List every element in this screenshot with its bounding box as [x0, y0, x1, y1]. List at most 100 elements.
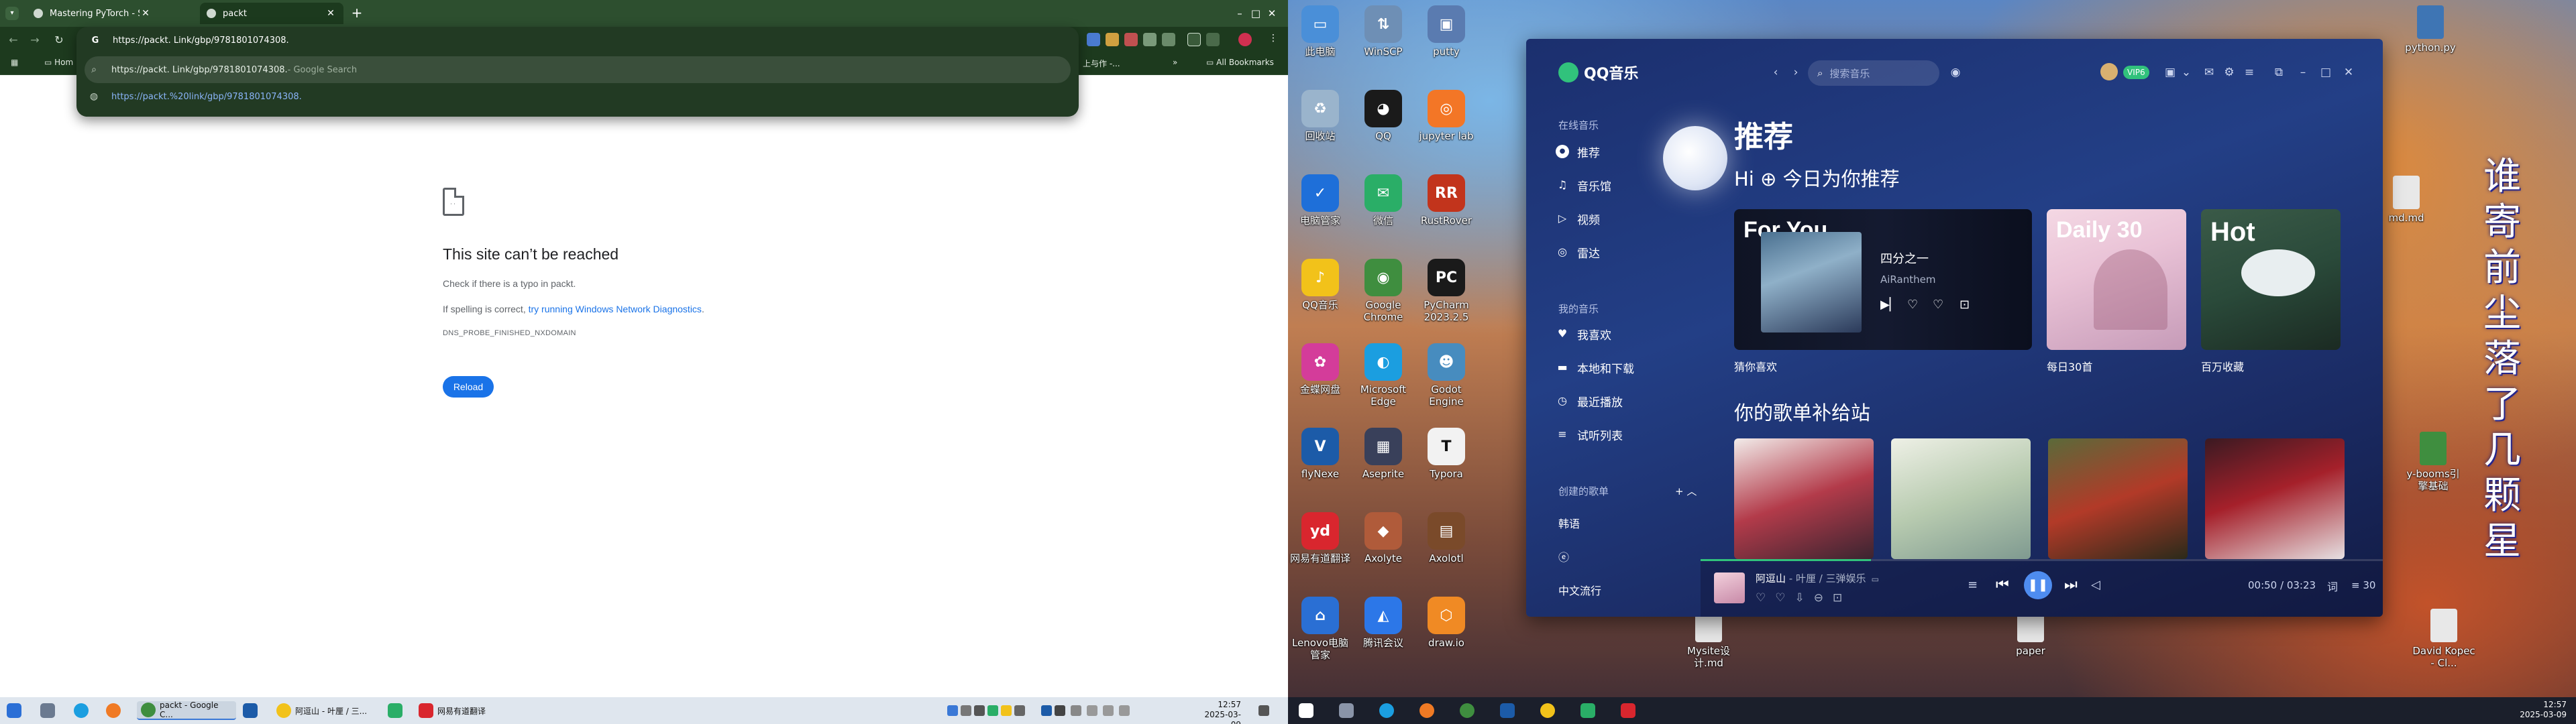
desktop-icon[interactable]: ✿ 金蝶网盘 — [1289, 343, 1352, 396]
tray-icon[interactable] — [974, 705, 985, 716]
chrome-taskbar-button[interactable] — [1460, 701, 1479, 720]
desktop-icon[interactable]: ◐ Microsoft Edge — [1352, 343, 1415, 408]
extension-icon[interactable] — [1143, 33, 1157, 46]
vscode-taskbar-button[interactable] — [243, 701, 262, 720]
playlist-cover[interactable] — [1891, 438, 2031, 559]
hot-card[interactable]: Hot — [2201, 209, 2341, 350]
settings-icon[interactable]: ⚙ — [2221, 66, 2237, 79]
menu-icon[interactable]: ≡ — [2241, 66, 2257, 79]
chrome-taskbar-button[interactable]: packt - Google C... — [137, 701, 236, 720]
playlist-item[interactable]: ⓔ — [1558, 546, 1569, 567]
chevron-down-icon[interactable]: ⌄ — [2178, 66, 2194, 79]
extension-icon[interactable] — [1106, 33, 1119, 46]
desktop-icon[interactable]: ✉ 微信 — [1352, 174, 1415, 227]
tab-search-button[interactable]: ▾ — [5, 7, 19, 20]
desktop-icon[interactable]: ◆ Axolyte — [1352, 512, 1415, 564]
badge-icon[interactable]: ▣ — [2162, 66, 2178, 79]
tray-icon[interactable] — [1001, 705, 1012, 716]
tray-icon[interactable] — [1055, 705, 1065, 716]
desktop-icon[interactable]: PC PyCharm 2023.2.5 — [1415, 259, 1478, 323]
firefox-taskbar-button[interactable] — [1419, 701, 1438, 720]
mini-mode-icon[interactable]: ⧉ — [2271, 66, 2287, 79]
suggestion-url[interactable]: ◍ https://packt.%20link/gbp/978180107430… — [85, 83, 1071, 110]
nav-local-downloads[interactable]: ▬ 本地和下载 — [1556, 357, 1634, 378]
all-bookmarks-button[interactable]: ▭ All Bookmarks — [1206, 58, 1274, 67]
lyrics-icon[interactable]: 词 — [2327, 578, 2338, 594]
address-text[interactable]: https://packt. Link/gbp/9781801074308. — [113, 36, 289, 46]
youdao-taskbar-button[interactable] — [1621, 701, 1640, 720]
desktop-icon[interactable]: ▦ Aseprite — [1352, 428, 1415, 480]
tray-icon[interactable] — [1071, 705, 1081, 716]
menu-kebab-icon[interactable]: ⋮ — [1267, 33, 1280, 46]
extensions-puzzle-icon[interactable] — [1187, 33, 1201, 46]
desktop-icon[interactable]: ♻ 回收站 — [1289, 90, 1352, 142]
desktop-file-icon[interactable]: md.md — [2375, 176, 2438, 224]
volume-icon[interactable]: ◁ — [2091, 578, 2100, 592]
desktop-file-icon[interactable]: Mysite设计.md — [1677, 609, 1740, 669]
start-button[interactable] — [1299, 701, 1318, 720]
desktop-file-icon[interactable]: y-booms引擎基础 — [2402, 432, 2465, 492]
add-playlist-icon[interactable]: + ︿ — [1675, 484, 1697, 498]
nav-recent[interactable]: ◷ 最近播放 — [1556, 390, 1623, 412]
forward-arrow-icon[interactable]: › — [1788, 66, 1804, 79]
playlist-item[interactable]: 韩语 — [1558, 512, 1580, 534]
downloads-icon[interactable] — [1206, 33, 1220, 46]
heart-icon[interactable]: ♡ — [1907, 298, 1918, 312]
queue-button[interactable]: ≡ 30 — [2351, 579, 2375, 591]
wechat-taskbar-button[interactable] — [388, 701, 407, 720]
wechat-taskbar-button[interactable] — [1580, 701, 1599, 720]
close-tab-icon[interactable]: ✕ — [140, 8, 152, 19]
maximize-icon[interactable]: □ — [2318, 66, 2334, 79]
browser-tab-packt[interactable]: packt ✕ — [200, 3, 343, 24]
next-icon[interactable]: ⏭ — [2064, 577, 2078, 593]
firefox-taskbar-button[interactable] — [106, 701, 125, 720]
desktop-icon[interactable]: ⬡ draw.io — [1415, 597, 1478, 649]
avatar[interactable] — [2100, 63, 2118, 80]
card-label[interactable]: 百万收藏 — [2201, 358, 2244, 374]
desktop-icon[interactable]: ▤ Axolotl — [1415, 512, 1478, 564]
desktop-icon[interactable]: ◉ Google Chrome — [1352, 259, 1415, 323]
desktop-icon[interactable]: ▣ putty — [1415, 5, 1478, 58]
bookmark-folder-home[interactable]: ▭ Hom — [44, 58, 73, 67]
play-icon[interactable]: ▶▏ — [1880, 298, 1899, 312]
desktop-file-icon[interactable]: David Kopec - Cl... — [2412, 609, 2475, 669]
task-view-button[interactable] — [40, 701, 59, 720]
apps-grid-icon[interactable]: ▦ — [11, 58, 18, 67]
progress-fill[interactable] — [1701, 559, 1872, 561]
forward-arrow-icon[interactable]: → — [27, 32, 43, 48]
tray-icon[interactable] — [1041, 705, 1052, 716]
start-button[interactable] — [7, 701, 25, 720]
battery-icon[interactable] — [1119, 705, 1130, 716]
tray-icon[interactable] — [961, 705, 971, 716]
search-input[interactable]: ⌕ 搜索音乐 — [1808, 60, 1939, 86]
nav-trial-list[interactable]: ≡ 试听列表 — [1556, 424, 1623, 445]
nav-video[interactable]: ▷ 视频 — [1556, 208, 1600, 229]
desktop-icon[interactable]: ⇅ WinSCP — [1352, 5, 1415, 58]
playlist-cover[interactable] — [2205, 438, 2345, 559]
daily-30-card[interactable]: Daily 30 — [2047, 209, 2186, 350]
edge-taskbar-button[interactable] — [1379, 701, 1398, 720]
voice-search-icon[interactable]: ◉ — [1947, 66, 1964, 79]
dislike-icon[interactable]: ♡ — [1933, 298, 1943, 312]
playlist-cover[interactable] — [2048, 438, 2188, 559]
close-window-button[interactable]: ✕ — [1258, 5, 1285, 21]
vip-badge[interactable]: VIP6 — [2123, 66, 2149, 79]
playlist-cover[interactable] — [1734, 438, 1874, 559]
card-label[interactable]: 猜你喜欢 — [1734, 358, 1777, 374]
card-label[interactable]: 每日30首 — [2047, 358, 2092, 374]
playlist-item[interactable]: 中文流行 — [1558, 579, 1601, 601]
nav-music-hall[interactable]: ♫ 音乐馆 — [1556, 174, 1611, 196]
address-bar[interactable]: G https://packt. Link/gbp/9781801074308. — [76, 27, 1079, 54]
nav-favorites[interactable]: ♥ 我喜欢 — [1556, 323, 1611, 345]
extension-icon[interactable] — [1087, 33, 1100, 46]
desktop-icon[interactable]: ☻ Godot Engine — [1415, 343, 1478, 408]
desktop-icon[interactable]: ⌂ Lenovo电脑管家 — [1289, 597, 1352, 661]
wifi-icon[interactable] — [1087, 705, 1097, 716]
now-playing-cover[interactable] — [1714, 572, 1745, 603]
clock[interactable]: 12:57 2025-03-09 — [2516, 700, 2567, 720]
profile-avatar[interactable] — [1238, 33, 1252, 46]
back-arrow-icon[interactable]: ‹ — [1768, 66, 1784, 79]
desktop-icon[interactable]: T Typora — [1415, 428, 1478, 480]
close-icon[interactable]: ✕ — [2341, 66, 2357, 79]
previous-icon[interactable]: ⏮ — [1996, 577, 2009, 593]
